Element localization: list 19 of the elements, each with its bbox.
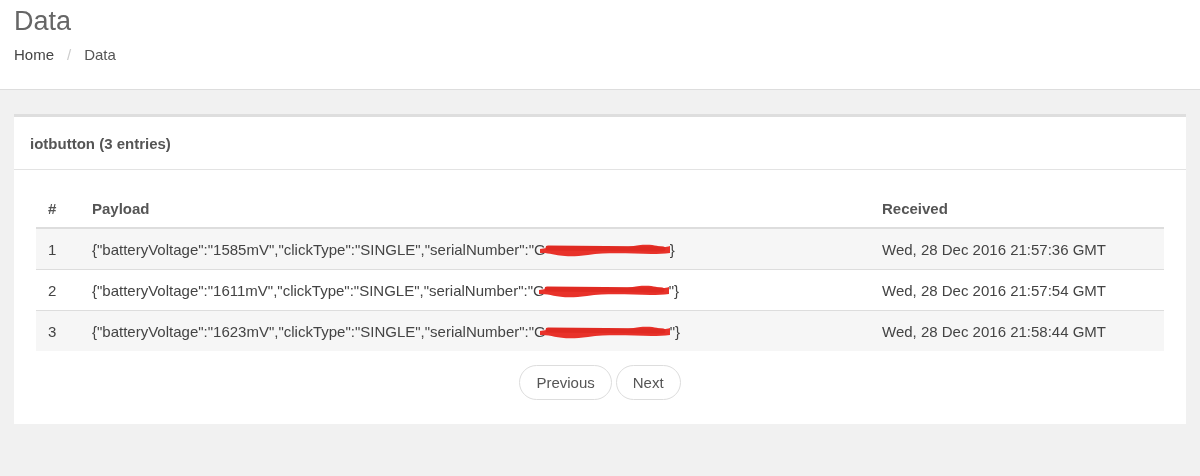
table-cell: Wed, 28 Dec 2016 21:58:44 GMT — [870, 310, 1164, 351]
pagination-button[interactable]: Previous — [519, 365, 612, 400]
table-cell: 2 — [36, 269, 80, 311]
panel-title: iotbutton (3 entries) — [30, 134, 171, 152]
payload-text: {"batteryVoltage":"1611mV","clickType":"SINGLE","serialNumber":"G — [92, 281, 545, 299]
payload-text: {"batteryVoltage":"1585mV","clickType":"SINGLE","serialNumber":"G — [92, 240, 546, 258]
payload-text: "} — [668, 281, 679, 299]
table-cell: Wed, 28 Dec 2016 21:57:54 GMT — [870, 269, 1164, 311]
table-cell: Wed, 28 Dec 2016 21:57:36 GMT — [870, 228, 1164, 270]
payload-text: {"batteryVoltage":"1623mV","clickType":"SINGLE","serialNumber":"G — [92, 322, 546, 340]
breadcrumb-separator: / — [67, 46, 72, 63]
table-cell: 1 — [36, 228, 80, 270]
breadcrumb-link[interactable]: Data — [84, 46, 116, 63]
payload-text: } — [669, 240, 675, 258]
page-title: Data — [14, 5, 73, 38]
breadcrumb-link[interactable]: Home — [14, 46, 54, 63]
pagination-button[interactable]: Next — [615, 365, 681, 400]
table-cell: 3 — [36, 310, 80, 351]
payload-text: "} — [669, 322, 681, 340]
